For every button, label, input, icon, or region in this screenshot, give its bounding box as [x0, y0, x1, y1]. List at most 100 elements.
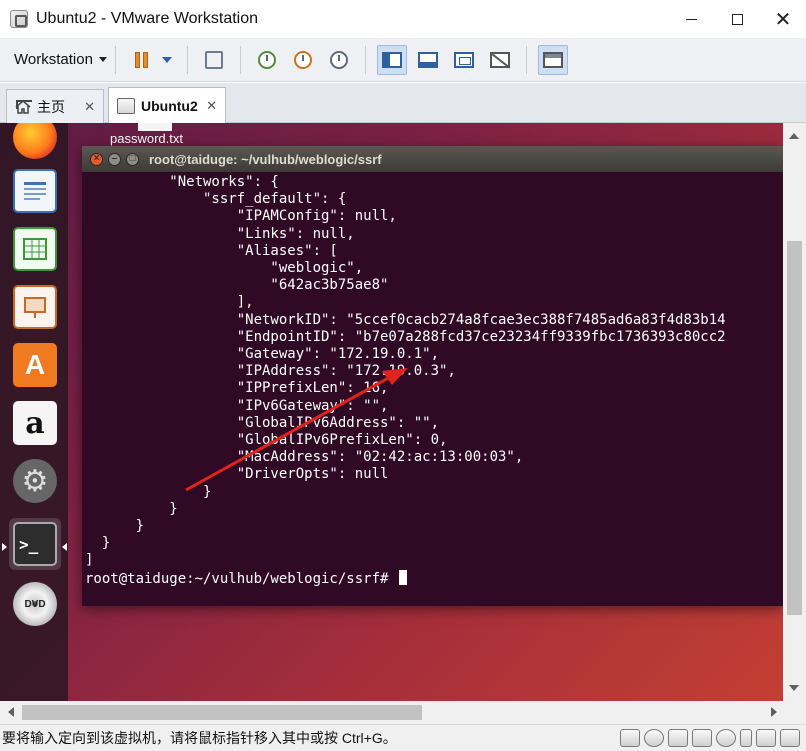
tab-home-label: 主页 — [37, 98, 65, 115]
terminal-line: "Networks": { — [85, 174, 279, 190]
scroll-right-icon[interactable] — [771, 707, 777, 717]
vm-console[interactable]: password.txt A a ⚙ >_ DVD × – □ root@tai… — [0, 123, 783, 701]
close-icon: × — [93, 153, 100, 164]
terminal-line: "Aliases": [ — [85, 242, 338, 259]
unity-button[interactable] — [485, 45, 515, 75]
maximize-icon: □ — [129, 153, 136, 164]
show-library-button[interactable] — [376, 44, 407, 75]
console-view-button[interactable] — [537, 44, 568, 75]
message-log-icon[interactable] — [780, 729, 800, 747]
scroll-left-icon[interactable] — [8, 707, 14, 717]
desktop-file-label: password.txt — [110, 131, 183, 146]
window-title: Ubuntu2 - VMware Workstation — [36, 10, 259, 27]
maximize-icon — [731, 13, 743, 25]
printer-icon[interactable] — [692, 729, 712, 747]
scrollbar-corner — [783, 701, 806, 724]
minimize-button[interactable] — [668, 0, 714, 38]
snapshot-manager-button[interactable] — [324, 45, 354, 75]
terminal-line: "IPPrefixLen": 16, — [85, 380, 389, 397]
terminal-icon: >_ — [13, 522, 57, 566]
firefox-icon — [13, 123, 57, 159]
vertical-scrollbar[interactable] — [783, 123, 806, 701]
tab-ubuntu2[interactable]: Ubuntu2 ✕ — [108, 87, 226, 123]
launcher-terminal[interactable]: >_ — [9, 518, 61, 570]
terminal-line: "Links": null, — [85, 225, 355, 242]
usb-device-icon[interactable] — [740, 729, 752, 747]
network-adapter-icon[interactable] — [668, 729, 688, 747]
full-screen-button[interactable] — [449, 45, 479, 75]
chevron-down-icon — [161, 56, 172, 63]
horizontal-scrollbar[interactable] — [0, 701, 783, 724]
status-message: 要将输入定向到该虚拟机，请将鼠标指针移入其中或按 Ctrl+G。 — [2, 730, 397, 746]
terminal-title: root@taiduge: ~/vulhub/weblogic/ssrf — [149, 151, 382, 167]
send-ctrl-alt-del-icon — [204, 50, 223, 69]
vmware-app-icon — [10, 10, 28, 28]
window-controls: ✕ — [668, 0, 806, 38]
cd-dvd-icon[interactable] — [644, 729, 664, 747]
launcher-firefox[interactable] — [9, 123, 61, 163]
terminal-prompt-line[interactable]: root@taiduge:~/vulhub/weblogic/ssrf# — [85, 569, 783, 588]
full-screen-icon — [453, 51, 474, 68]
tab-ubuntu2-label: Ubuntu2 — [141, 97, 198, 114]
workstation-menu[interactable]: Workstation — [14, 51, 107, 68]
ubuntu-software-icon: A — [13, 343, 57, 387]
terminal-output[interactable]: "Networks": { "ssrf_default": { "IPAMCon… — [82, 172, 783, 606]
launcher-system-settings[interactable]: ⚙ — [9, 455, 61, 507]
tab-bar: 主页 ✕ Ubuntu2 ✕ — [0, 83, 806, 123]
device-status-icons — [620, 729, 800, 747]
sound-card-icon[interactable] — [716, 729, 736, 747]
display-icon[interactable] — [756, 729, 776, 747]
terminal-maximize-button[interactable]: □ — [126, 152, 139, 166]
terminal-line: "642ac3b75ae8" — [85, 277, 389, 294]
terminal-window[interactable]: × – □ root@taiduge: ~/vulhub/weblogic/ss… — [82, 146, 783, 606]
launcher-impress[interactable] — [9, 281, 61, 333]
thumbnail-bar-button[interactable] — [413, 45, 443, 75]
terminal-titlebar[interactable]: × – □ root@taiduge: ~/vulhub/weblogic/ss… — [82, 146, 783, 172]
active-app-indicator-right — [62, 543, 67, 551]
terminal-cursor — [398, 569, 407, 585]
toolbar-divider — [239, 45, 241, 74]
revert-snapshot-button[interactable] — [288, 45, 318, 75]
minimize-icon — [685, 18, 697, 20]
libreoffice-impress-icon — [13, 285, 57, 329]
launcher-calc[interactable] — [9, 223, 61, 275]
toolbar-divider — [114, 45, 116, 74]
gear-icon: ⚙ — [13, 459, 57, 503]
snapshot-manager-icon — [329, 50, 348, 69]
launcher-amazon[interactable]: a — [9, 397, 61, 449]
terminal-minimize-button[interactable]: – — [108, 152, 121, 166]
launcher-ubuntu-software[interactable]: A — [9, 339, 61, 391]
chevron-down-icon — [98, 57, 107, 62]
toolbar-divider — [364, 45, 366, 74]
tab-home[interactable]: 主页 ✕ — [6, 89, 104, 123]
amazon-icon: a — [13, 401, 57, 445]
scroll-down-icon[interactable] — [789, 685, 799, 691]
pause-icon — [135, 51, 149, 68]
close-icon[interactable]: ✕ — [206, 98, 217, 114]
scroll-up-icon[interactable] — [789, 133, 799, 139]
desktop-file[interactable]: password.txt — [110, 123, 183, 146]
pause-button[interactable] — [127, 45, 157, 75]
close-button[interactable]: ✕ — [760, 0, 806, 38]
maximize-button[interactable] — [714, 0, 760, 38]
scroll-thumb[interactable] — [22, 705, 422, 720]
scroll-thumb[interactable] — [787, 241, 802, 615]
minimize-icon: – — [111, 153, 118, 164]
launcher-writer[interactable] — [9, 165, 61, 217]
window-titlebar: Ubuntu2 - VMware Workstation ✕ — [0, 0, 806, 38]
terminal-line: } — [85, 535, 111, 552]
terminal-line: "GlobalIPv6PrefixLen": 0, — [85, 432, 448, 449]
hard-disk-icon[interactable] — [620, 729, 640, 747]
send-ctrl-alt-del-button[interactable] — [199, 45, 229, 75]
close-icon: ✕ — [774, 8, 792, 31]
terminal-line: } — [85, 518, 145, 535]
terminal-line: ] — [85, 552, 94, 569]
power-dropdown-button[interactable] — [158, 45, 176, 75]
text-file-icon — [138, 123, 172, 131]
vm-icon — [117, 97, 135, 114]
terminal-close-button[interactable]: × — [90, 152, 103, 166]
close-icon[interactable]: ✕ — [84, 99, 95, 115]
take-snapshot-button[interactable] — [252, 45, 282, 75]
libreoffice-calc-icon — [13, 227, 57, 271]
launcher-dvd[interactable]: DVD — [9, 578, 61, 630]
